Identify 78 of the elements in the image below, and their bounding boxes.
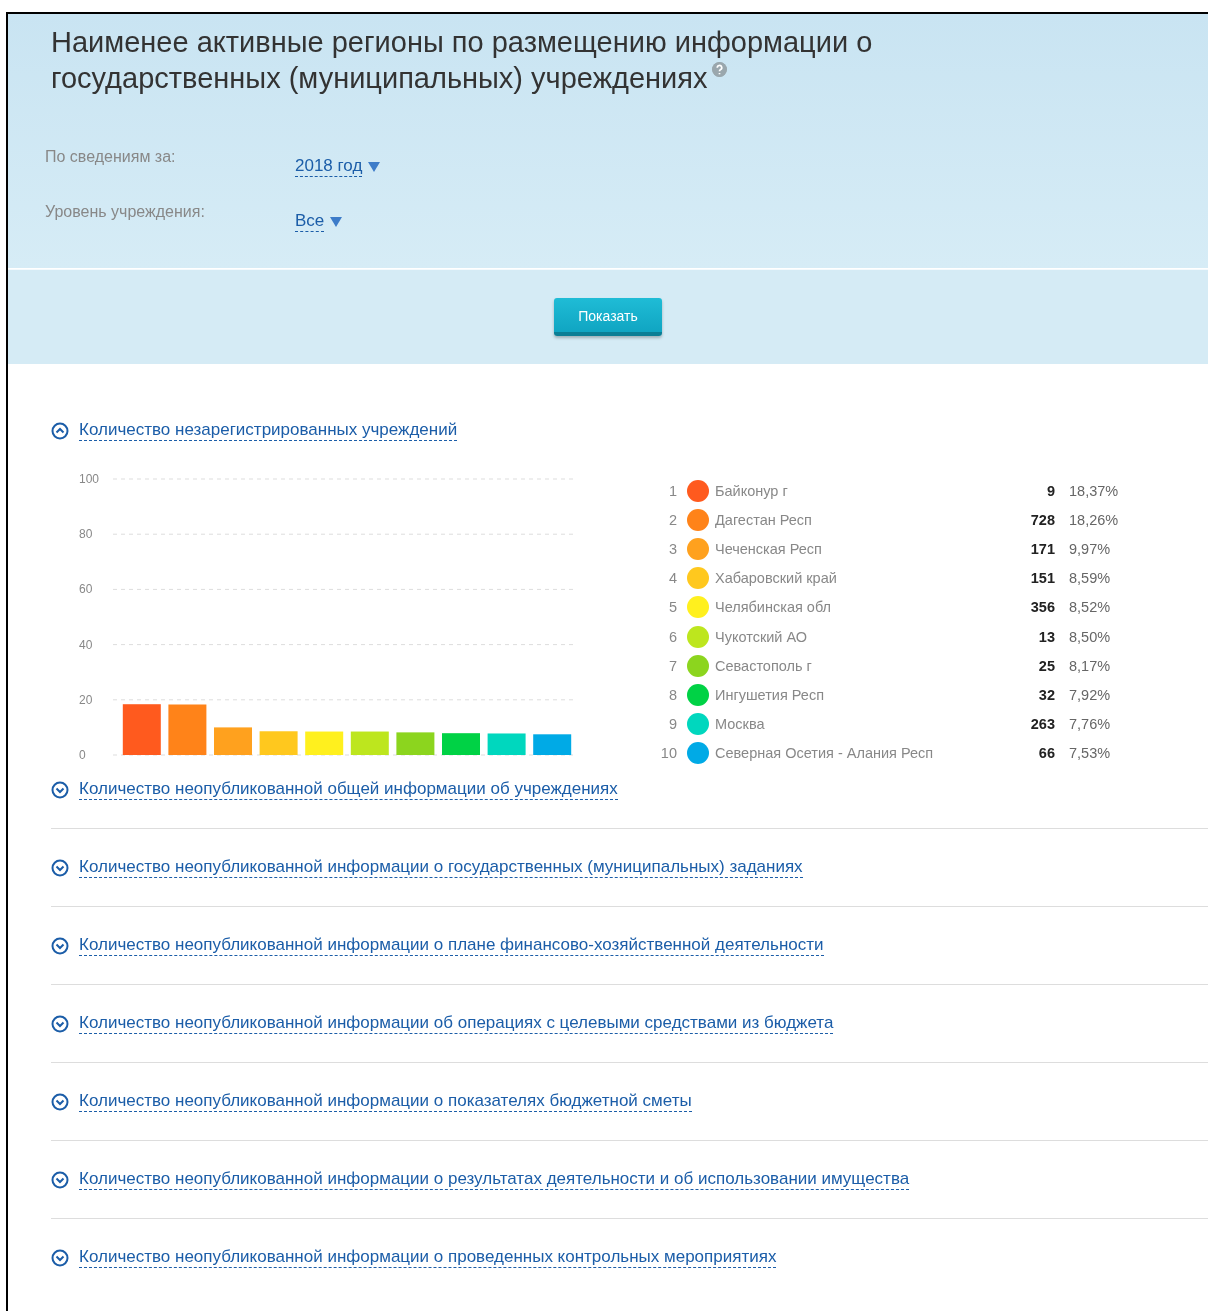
chart-bar bbox=[214, 727, 252, 755]
section-toggle[interactable]: Количество неопубликованной информации о плане финансово-хозяйственной деятельности bbox=[51, 935, 824, 956]
region-name: Дагестан Респ bbox=[715, 512, 813, 529]
section-toggle[interactable]: Количество незарегистрированных учреждений bbox=[51, 420, 458, 441]
help-icon[interactable] bbox=[711, 62, 727, 78]
count-value: 25 bbox=[1037, 657, 1055, 674]
rank-number: 10 bbox=[659, 744, 678, 761]
region-name: Северная Осетия - Алания Респ bbox=[715, 744, 935, 761]
rank-number: 8 bbox=[667, 686, 678, 703]
filter-dropdown[interactable]: Все bbox=[295, 211, 343, 232]
filter-dropdown[interactable]: 2018 год bbox=[295, 156, 381, 177]
expand-icon bbox=[51, 1170, 69, 1189]
share-value: 8,17% bbox=[1068, 657, 1112, 674]
share-value: 8,50% bbox=[1068, 628, 1112, 645]
expand-icon bbox=[51, 1092, 69, 1111]
chart-bar bbox=[168, 704, 207, 755]
share-value: 7,53% bbox=[1068, 744, 1112, 761]
expand-icon bbox=[51, 1014, 69, 1033]
axis-tick-label: 60 bbox=[79, 582, 93, 597]
region-name: Хабаровский край bbox=[715, 570, 838, 587]
rank-number: 1 bbox=[667, 483, 678, 500]
axis-tick-label: 80 bbox=[79, 527, 93, 542]
expand-icon bbox=[51, 1248, 69, 1267]
axis-tick-label: 40 bbox=[79, 637, 93, 652]
section-toggle[interactable]: Количество неопубликованной общей информации об учреждениях bbox=[51, 779, 618, 800]
rank-number: 4 bbox=[667, 570, 678, 587]
count-value: 32 bbox=[1037, 686, 1055, 703]
region-name: Севастополь г bbox=[715, 657, 813, 674]
region-name: Москва bbox=[715, 715, 766, 732]
chart-bar bbox=[533, 734, 572, 755]
chart-bar bbox=[396, 732, 435, 755]
section-toggle[interactable]: Количество неопубликованной информации о проведенных контрольных мероприятиях bbox=[51, 1247, 777, 1268]
count-value: 171 bbox=[1029, 541, 1055, 558]
expand-icon bbox=[51, 936, 69, 955]
page-title: Наименее активные регионы по размещению информации о государственных (муниципальных) учреждениях bbox=[50, 25, 874, 96]
count-value: 263 bbox=[1029, 715, 1055, 732]
count-value: 13 bbox=[1037, 628, 1055, 645]
axis-tick-label: 100 bbox=[79, 472, 100, 486]
collapse-icon bbox=[51, 421, 69, 440]
share-value: 7,92% bbox=[1068, 686, 1112, 703]
chart-bar bbox=[350, 731, 389, 755]
count-value: 66 bbox=[1037, 744, 1055, 761]
region-name: Чукотский АО bbox=[715, 628, 809, 645]
share-value: 9,97% bbox=[1068, 541, 1112, 558]
region-name: Байконур г bbox=[715, 483, 789, 500]
chart-bar bbox=[442, 733, 480, 755]
share-value: 7,76% bbox=[1068, 715, 1112, 732]
section-toggle[interactable]: Количество неопубликованной информации о показателях бюджетной сметы bbox=[51, 1091, 692, 1112]
count-value: 728 bbox=[1029, 512, 1055, 529]
filter-label: Уровень учреждения: bbox=[45, 203, 206, 222]
filter-label: По сведениям за: bbox=[45, 148, 177, 167]
rank-number: 6 bbox=[667, 628, 678, 645]
region-name: Чеченская Респ bbox=[715, 541, 823, 558]
chart-bar bbox=[259, 731, 298, 755]
share-value: 8,59% bbox=[1068, 570, 1112, 587]
section-toggle[interactable]: Количество неопубликованной информации о государственных (муниципальных) заданиях bbox=[51, 857, 803, 878]
chart-bar bbox=[305, 731, 344, 755]
axis-tick-label: 0 bbox=[79, 748, 86, 762]
share-value: 8,52% bbox=[1068, 599, 1112, 616]
rank-number: 2 bbox=[667, 512, 678, 529]
section-toggle[interactable]: Количество неопубликованной информации об операциях с целевыми средствами из бюджета bbox=[51, 1013, 834, 1034]
count-value: 356 bbox=[1029, 599, 1055, 616]
expand-icon bbox=[51, 780, 69, 799]
section-toggle[interactable]: Количество неопубликованной информации о результатах деятельности и об использовании имущества bbox=[51, 1169, 910, 1190]
count-value: 151 bbox=[1029, 570, 1055, 587]
expand-icon bbox=[51, 858, 69, 877]
region-name: Ингушетия Респ bbox=[715, 686, 825, 703]
rank-number: 5 bbox=[667, 599, 678, 616]
axis-tick-label: 20 bbox=[79, 692, 93, 707]
count-value: 9 bbox=[1045, 483, 1055, 500]
chart-bar bbox=[122, 704, 161, 755]
chart-bar bbox=[487, 733, 526, 755]
rank-number: 7 bbox=[667, 657, 678, 674]
dropdown-caret-icon bbox=[330, 216, 343, 227]
dropdown-caret-icon bbox=[368, 161, 381, 172]
region-name: Челябинская обл bbox=[715, 599, 832, 616]
rank-number: 9 bbox=[667, 715, 678, 732]
rank-number: 3 bbox=[667, 541, 678, 558]
